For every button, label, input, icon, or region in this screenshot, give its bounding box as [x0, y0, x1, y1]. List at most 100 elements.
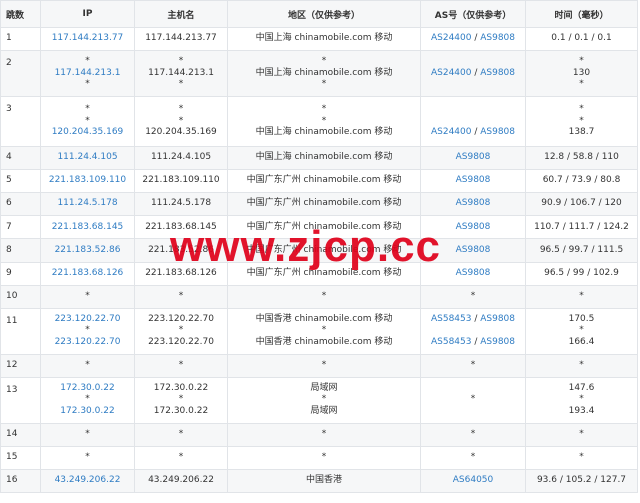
host-line: 223.120.22.70: [148, 337, 214, 348]
as-link[interactable]: AS9808: [456, 198, 491, 208]
as-link[interactable]: AS24400: [431, 127, 472, 137]
hop-number: 13: [0, 376, 41, 424]
ip-line[interactable]: 120.204.35.169: [41, 127, 134, 139]
ip-line: *: [85, 290, 90, 301]
as-cell: *: [420, 353, 526, 378]
host-line: 172.30.0.22: [153, 406, 209, 417]
ip-line[interactable]: 221.183.52.86: [41, 245, 134, 257]
as-line: AS9808: [421, 198, 525, 210]
time-line: 170.5: [568, 313, 595, 324]
ip-line[interactable]: 111.24.4.105: [41, 152, 134, 164]
region-line: 中国上海 chinamobile.com 移动: [255, 127, 393, 138]
table-row: 7 221.183.68.145 221.183.68.145 中国广东广州 chin…: [0, 215, 638, 240]
hop-number: 10: [0, 284, 41, 309]
as-link[interactable]: AS9808: [480, 127, 515, 137]
host-line: 221.183.109.110: [142, 175, 220, 186]
host-cell: 43.249.206.22: [134, 469, 228, 494]
as-link[interactable]: AS9808: [456, 222, 491, 232]
as-cell: AS24400 / AS9808: [420, 50, 526, 98]
table-row: 4 111.24.4.105 111.24.4.105 中国上海 chinamobil…: [0, 146, 638, 171]
header-region: 地区（仅供参考）: [227, 0, 421, 28]
time-cell: 12.8 / 58.8 / 110: [525, 146, 638, 171]
ip-line[interactable]: 117.144.213.77: [41, 33, 134, 45]
ip-line[interactable]: 223.120.22.70: [41, 337, 134, 349]
region-line: 中国香港: [305, 475, 342, 486]
region-cell: * 中国上海 chinamobile.com 移动 *: [227, 50, 421, 98]
host-cell: 221.183.68.145: [134, 215, 228, 240]
ip-line[interactable]: 223.120.22.70: [41, 314, 134, 326]
ip-line[interactable]: 172.30.0.22: [41, 406, 134, 418]
ip-line[interactable]: 172.30.0.22: [41, 383, 134, 395]
as-line: AS9808: [421, 268, 525, 280]
as-link[interactable]: AS24400: [431, 68, 472, 78]
as-line: AS24400 / AS9808: [421, 127, 525, 139]
header-time: 时间（毫秒）: [525, 0, 638, 28]
region-cell: 中国上海 chinamobile.com 移动: [227, 26, 421, 52]
as-line: AS9808: [421, 222, 525, 234]
ip-line[interactable]: 111.24.5.178: [41, 198, 134, 210]
time-line: *: [579, 103, 584, 114]
table-row: 13 172.30.0.22 * 172.30.0.22 172.30.0.22 * 172…: [0, 376, 638, 424]
ip-line: *: [85, 428, 90, 439]
as-link[interactable]: AS9808: [456, 175, 491, 185]
time-line: 147.6: [568, 382, 595, 393]
host-line: 120.204.35.169: [145, 127, 217, 138]
ip-line: *: [85, 452, 90, 463]
header-ip: IP: [40, 0, 135, 28]
ip-line[interactable]: 117.144.213.1: [41, 68, 134, 80]
as-link[interactable]: AS24400: [431, 33, 472, 43]
ip-line[interactable]: 43.249.206.22: [41, 475, 134, 487]
ip-line[interactable]: 221.183.68.145: [41, 222, 134, 234]
as-link[interactable]: AS9808: [456, 268, 491, 278]
as-link[interactable]: AS9808: [456, 152, 491, 162]
time-line: 93.6 / 105.2 / 127.7: [536, 475, 627, 486]
region-line: *: [321, 428, 327, 439]
as-link[interactable]: AS9808: [480, 33, 515, 43]
as-line: AS24400 / AS9808: [421, 33, 525, 45]
as-link[interactable]: AS64050: [453, 475, 494, 485]
host-cell: *: [134, 353, 228, 378]
as-line: *: [421, 429, 525, 441]
as-link[interactable]: AS9808: [480, 337, 515, 347]
region-line: *: [321, 394, 327, 405]
region-line: *: [321, 79, 327, 90]
host-line: 221.183.52.86: [148, 244, 214, 255]
host-line: 117.144.213.77: [145, 33, 217, 44]
as-link[interactable]: AS9808: [480, 314, 515, 324]
time-cell: 147.6 * 193.4: [525, 376, 638, 424]
as-link[interactable]: AS58453: [431, 337, 472, 347]
table-row: 14 * * * * *: [0, 422, 638, 447]
as-line: AS58453 / AS9808: [421, 337, 525, 349]
region-line: 局域网: [310, 382, 338, 393]
region-cell: * * 中国上海 chinamobile.com 移动: [227, 96, 421, 148]
host-cell: 221.183.52.86: [134, 238, 228, 263]
as-cell: *: [420, 445, 526, 471]
host-line: *: [178, 452, 184, 463]
time-cell: 96.5 / 99.7 / 111.5: [525, 238, 638, 263]
as-link[interactable]: AS9808: [456, 245, 491, 255]
host-cell: 221.183.68.126: [134, 261, 228, 286]
ip-cell: 111.24.5.178: [40, 192, 135, 217]
table-row: 8 221.183.52.86 221.183.52.86 中国广东广州 chinam…: [0, 238, 638, 263]
time-line: 138.7: [568, 127, 595, 138]
ip-line[interactable]: 221.183.109.110: [41, 175, 134, 187]
as-line: AS58453 / AS9808: [421, 314, 525, 326]
as-link[interactable]: AS58453: [431, 314, 472, 324]
time-cell: *: [525, 353, 638, 378]
time-line: 130: [572, 67, 591, 78]
ip-cell: * * 120.204.35.169: [40, 96, 135, 148]
time-cell: *: [525, 422, 638, 447]
hop-number: 1: [0, 26, 41, 52]
region-cell: 中国广东广州 chinamobile.com 移动: [227, 192, 421, 217]
ip-line[interactable]: 221.183.68.126: [41, 268, 134, 280]
region-cell: *: [227, 353, 421, 378]
region-line: 中国上海 chinamobile.com 移动: [255, 152, 393, 163]
hop-number: 9: [0, 261, 41, 286]
hop-number: 12: [0, 353, 41, 378]
table-row: 3 * * 120.204.35.169 * * 120.204.35.169 * * 中国上海 …: [0, 96, 638, 148]
host-line: 117.144.213.1: [148, 67, 214, 78]
table-row: 9 221.183.68.126 221.183.68.126 中国广东广州 chin…: [0, 261, 638, 286]
time-cell: 93.6 / 105.2 / 127.7: [525, 469, 638, 494]
host-line: *: [178, 290, 184, 301]
as-link[interactable]: AS9808: [480, 68, 515, 78]
